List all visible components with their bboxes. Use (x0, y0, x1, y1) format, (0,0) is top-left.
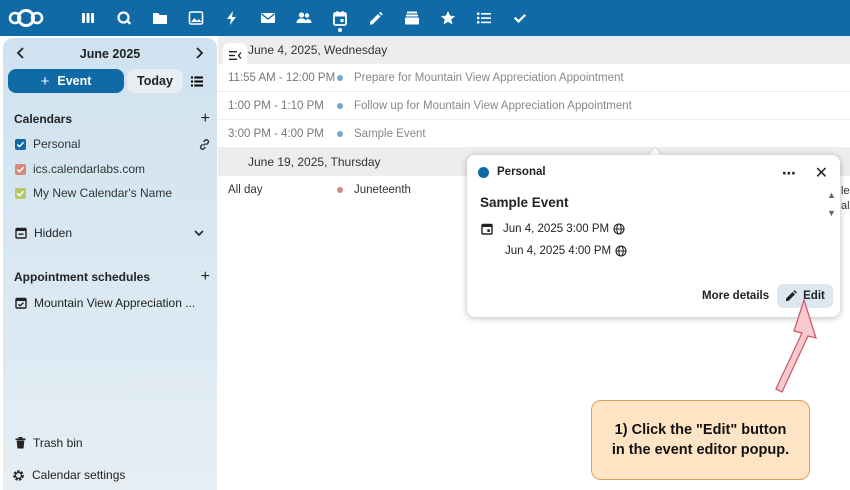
globe-icon[interactable] (613, 223, 625, 235)
checkbox-icon[interactable] (15, 187, 26, 199)
list-icon[interactable] (466, 0, 502, 36)
event-row[interactable]: 3:00 PM - 4:00 PM Sample Event (218, 120, 850, 148)
sidebar: June 2025 + Event Today Calendars + Pers… (3, 38, 217, 490)
top-bar (0, 0, 850, 36)
mail-icon[interactable] (250, 0, 286, 36)
event-popup: Personal ⋯ ✕ Sample Event Jun 4, 2025 3:… (467, 155, 840, 317)
next-month-button[interactable] (191, 46, 207, 62)
settings-label: Calendar settings (32, 468, 126, 482)
event-title: Prepare for Mountain View Appreciation A… (354, 71, 624, 84)
appointment-item[interactable]: Mountain View Appreciation ... (15, 296, 211, 310)
tasks-icon[interactable] (502, 0, 538, 36)
chevron-down-icon (194, 230, 204, 237)
appointments-section-header: Appointment schedules + (14, 268, 210, 286)
event-time: 1:00 PM - 1:10 PM (228, 99, 324, 112)
today-button[interactable]: Today (127, 69, 183, 93)
plus-icon: + (40, 72, 50, 90)
previous-month-button[interactable] (13, 46, 29, 62)
checkbox-icon[interactable] (15, 138, 26, 150)
checkbox-icon[interactable] (15, 163, 26, 175)
event-color-dot (337, 74, 343, 81)
popup-calendar: Personal (478, 166, 546, 178)
month-navigation: June 2025 (3, 42, 217, 66)
appointments-heading: Appointment schedules (14, 270, 151, 284)
deck-icon[interactable] (394, 0, 430, 36)
new-event-label: Event (57, 74, 92, 88)
add-appointment-button[interactable]: + (201, 268, 210, 286)
hidden-calendars-toggle[interactable]: Hidden (15, 226, 211, 240)
more-actions-button[interactable]: ⋯ (782, 165, 796, 182)
event-color-dot (337, 187, 343, 193)
event-time: 11:55 AM - 12:00 PM (228, 71, 336, 84)
calendar-icon[interactable] (322, 0, 358, 36)
trash-bin-item[interactable]: Trash bin (15, 436, 211, 450)
menu-collapse-icon (228, 50, 241, 60)
clipped-event-text: le al (841, 184, 850, 214)
popup-calendar-name: Personal (497, 166, 546, 178)
more-details-button[interactable]: More details (702, 290, 769, 302)
hidden-label: Hidden (34, 226, 73, 240)
event-time: All day (228, 184, 263, 196)
event-title: Follow up for Mountain View Appreciation… (354, 99, 632, 112)
new-event-button[interactable]: + Event (8, 69, 124, 93)
view-selector-button[interactable] (185, 69, 209, 93)
appointment-label: Mountain View Appreciation ... (34, 296, 196, 310)
calendars-heading: Calendars (14, 112, 73, 126)
dashboard-icon[interactable] (70, 0, 106, 36)
popup-event-title: Sample Event (480, 195, 569, 210)
globe-icon[interactable] (615, 245, 627, 257)
annotation-arrow (775, 298, 817, 393)
end-datetime: Jun 4, 2025 4:00 PM (505, 245, 612, 257)
calendar-label: My New Calendar's Name (33, 186, 173, 200)
calendar-item-calendarlabs[interactable]: ics.calendarlabs.com (15, 162, 211, 176)
event-color-dot (337, 102, 343, 109)
day-header: June 4, 2025, Wednesday (218, 36, 850, 64)
files-icon[interactable] (142, 0, 178, 36)
popup-scroll-arrows[interactable]: ▲ ▼ (827, 186, 836, 222)
annotation-callout: 1) Click the "Edit" button in the event … (591, 400, 810, 480)
gear-icon (13, 469, 24, 481)
popup-start-date: Jun 4, 2025 3:00 PM (481, 223, 625, 235)
event-color-dot (337, 130, 343, 137)
calendar-color-dot (478, 166, 489, 178)
trash-label: Trash bin (33, 436, 83, 450)
event-time: 3:00 PM - 4:00 PM (228, 127, 324, 140)
search-icon[interactable] (106, 0, 142, 36)
day-heading: June 19, 2025, Thursday (248, 155, 381, 169)
calendar-minus-icon (15, 227, 27, 239)
activity-icon[interactable] (214, 0, 250, 36)
scroll-down-icon[interactable]: ▼ (827, 204, 836, 222)
calendar-label: Personal (33, 137, 81, 151)
clipped-text-line: al (841, 200, 850, 212)
favorites-icon[interactable] (430, 0, 466, 36)
scroll-up-icon[interactable]: ▲ (827, 186, 836, 204)
event-row[interactable]: 1:00 PM - 1:10 PM Follow up for Mountain… (218, 92, 850, 120)
popup-end-date: Jun 4, 2025 4:00 PM (503, 245, 627, 257)
calendars-section-header: Calendars + (14, 110, 210, 128)
calendar-check-icon (15, 297, 27, 309)
calendar-item-personal[interactable]: Personal (15, 137, 211, 151)
contacts-icon[interactable] (286, 0, 322, 36)
clipped-text-line: le (841, 185, 850, 197)
event-title: Sample Event (354, 127, 426, 140)
close-button[interactable]: ✕ (815, 163, 828, 183)
calendar-settings-item[interactable]: Calendar settings (12, 468, 208, 482)
calendar-icon (481, 223, 493, 235)
trash-icon (15, 437, 26, 449)
calendar-item-my-new-calendar[interactable]: My New Calendar's Name (15, 186, 211, 200)
list-view-icon (191, 76, 203, 86)
add-calendar-button[interactable]: + (201, 110, 210, 128)
photos-icon[interactable] (178, 0, 214, 36)
calendar-label: ics.calendarlabs.com (33, 162, 146, 176)
notes-icon[interactable] (358, 0, 394, 36)
event-title: Juneteenth (354, 184, 411, 196)
nextcloud-logo[interactable] (6, 0, 46, 36)
start-datetime: Jun 4, 2025 3:00 PM (503, 223, 610, 235)
annotation-line-2: in the event editor popup. (611, 442, 790, 458)
share-link-icon[interactable] (198, 138, 211, 151)
event-row[interactable]: 11:55 AM - 12:00 PM Prepare for Mountain… (218, 64, 850, 92)
current-month-label[interactable]: June 2025 (80, 47, 140, 61)
annotation-line-1: 1) Click the "Edit" button (614, 422, 787, 438)
